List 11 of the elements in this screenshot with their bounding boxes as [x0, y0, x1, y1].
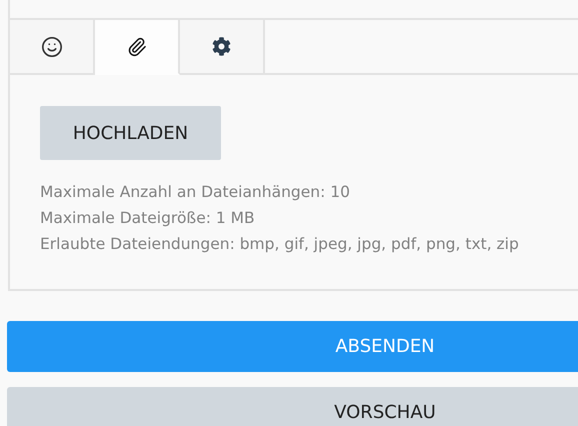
tab[interactable] — [95, 20, 180, 75]
preview-button[interactable]: VORSCHAU — [7, 387, 578, 426]
info-text: Maximale Anzahl an Dateianhängen: 10 — [40, 182, 351, 203]
info-text: Erlaubte Dateiendungen: bmp, gif, jpeg, jpg, pdf, png, txt, zip — [40, 234, 520, 255]
upload-button[interactable]: HOCHLADEN — [40, 106, 221, 160]
smiley-icon — [40, 36, 62, 58]
paperclip-icon — [126, 36, 146, 56]
tab[interactable] — [10, 20, 95, 75]
info-text: Maximale Dateigröße: 1 MB — [40, 208, 256, 229]
tab[interactable] — [180, 20, 265, 75]
gear-icon — [212, 37, 231, 56]
